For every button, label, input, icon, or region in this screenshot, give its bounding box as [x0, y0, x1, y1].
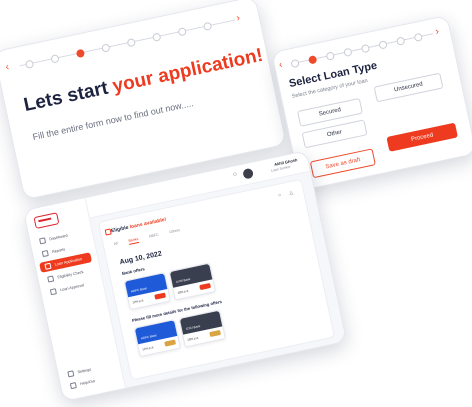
- check-icon: [47, 275, 55, 283]
- tab-nbfc[interactable]: NBFC: [149, 233, 159, 239]
- avatar[interactable]: [242, 167, 255, 180]
- interest-rate: 10% p.a.: [186, 335, 200, 342]
- search-icon[interactable]: ○: [278, 192, 282, 198]
- offer-card[interactable]: ICICI Bank 10% p.a.: [178, 309, 226, 348]
- step-dot[interactable]: [360, 43, 371, 54]
- apply-button[interactable]: [154, 292, 167, 300]
- gear-icon: [67, 370, 75, 378]
- interest-rate: 10% p.a.: [176, 288, 190, 295]
- step-dot[interactable]: [151, 32, 162, 42]
- chevron-left-icon[interactable]: ‹: [278, 59, 284, 70]
- document-icon: [44, 262, 52, 270]
- brand-logo: [33, 212, 60, 229]
- apply-button[interactable]: [199, 282, 212, 291]
- chevron-right-icon[interactable]: ›: [434, 26, 440, 37]
- step-dot-active[interactable]: [307, 55, 318, 65]
- bank-offers-heading: Bank offers: [121, 266, 146, 276]
- step-dot[interactable]: [50, 54, 60, 64]
- offer-card[interactable]: AXIS Bank 10% p.a.: [168, 262, 216, 301]
- details-button[interactable]: [164, 339, 177, 347]
- proceed-button[interactable]: Proceed: [386, 122, 458, 152]
- chevron-left-icon[interactable]: ‹: [5, 62, 11, 73]
- bell-icon[interactable]: ○: [232, 171, 238, 179]
- step-dot[interactable]: [413, 32, 424, 43]
- step-dot-active[interactable]: [75, 48, 86, 59]
- option-unsecured[interactable]: Unsecured: [373, 72, 444, 103]
- tab-all[interactable]: All: [113, 241, 118, 246]
- save-draft-button[interactable]: Save as draft: [309, 148, 376, 179]
- chevron-right-icon[interactable]: ›: [235, 13, 241, 24]
- step-dot[interactable]: [343, 47, 353, 58]
- grid-icon: [39, 237, 47, 245]
- step-dot[interactable]: [395, 36, 406, 46]
- step-dot[interactable]: [325, 51, 336, 61]
- offer-card[interactable]: HDFC Bank 12% p.a.: [133, 319, 181, 358]
- report-icon: [41, 250, 49, 258]
- interest-rate: 12% p.a.: [141, 345, 155, 352]
- help-icon: [69, 382, 77, 390]
- offer-date: Aug 10, 2022: [119, 250, 163, 267]
- step-dot[interactable]: [101, 43, 111, 53]
- interest-rate: 12% p.a.: [131, 298, 145, 305]
- details-button[interactable]: [209, 329, 222, 338]
- step-dot[interactable]: [177, 27, 187, 37]
- approval-icon: [49, 288, 57, 296]
- offer-card[interactable]: HDFC Bank 12% p.a.: [123, 272, 171, 311]
- step-dot[interactable]: [378, 40, 388, 50]
- step-dot[interactable]: [290, 58, 300, 69]
- step-dot[interactable]: [126, 37, 137, 48]
- tab-banks[interactable]: Banks: [128, 236, 140, 245]
- step-dot[interactable]: [202, 21, 213, 32]
- filter-icon[interactable]: △: [289, 190, 294, 197]
- step-dot[interactable]: [24, 59, 35, 69]
- tab-others[interactable]: Others: [169, 228, 180, 234]
